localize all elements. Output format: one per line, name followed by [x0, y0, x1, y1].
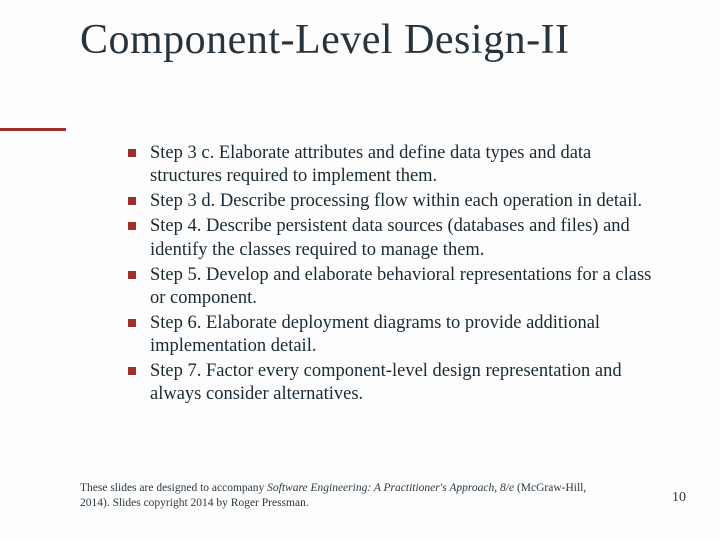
square-bullet-icon: [128, 222, 136, 230]
footer-book-title: Software Engineering: A Practitioner's A…: [267, 482, 514, 494]
list-item: Step 3 c. Elaborate attributes and defin…: [150, 142, 660, 188]
list-item-text: Step 6. Elaborate deployment diagrams to…: [150, 313, 600, 356]
list-item: Step 6. Elaborate deployment diagrams to…: [150, 312, 660, 358]
list-item-text: Step 3 c. Elaborate attributes and defin…: [150, 143, 591, 186]
list-item: Step 3 d. Describe processing flow withi…: [150, 190, 660, 213]
page-number: 10: [672, 490, 686, 506]
list-item: Step 5. Develop and elaborate behavioral…: [150, 264, 660, 310]
slide: Component-Level Design-II Step 3 c. Elab…: [0, 0, 720, 540]
slide-title: Component-Level Design-II: [80, 18, 680, 63]
list-item-text: Step 3 d. Describe processing flow withi…: [150, 191, 642, 211]
footer-attribution: These slides are designed to accompany S…: [80, 481, 600, 510]
square-bullet-icon: [128, 149, 136, 157]
square-bullet-icon: [128, 197, 136, 205]
footer-prefix: These slides are designed to accompany: [80, 482, 267, 494]
accent-rule: [0, 128, 66, 131]
bullet-list: Step 3 c. Elaborate attributes and defin…: [150, 142, 660, 408]
square-bullet-icon: [128, 367, 136, 375]
list-item: Step 4. Describe persistent data sources…: [150, 215, 660, 261]
square-bullet-icon: [128, 271, 136, 279]
list-item: Step 7. Factor every component-level des…: [150, 360, 660, 406]
list-item-text: Step 7. Factor every component-level des…: [150, 361, 622, 404]
square-bullet-icon: [128, 319, 136, 327]
list-item-text: Step 5. Develop and elaborate behavioral…: [150, 265, 651, 308]
list-item-text: Step 4. Describe persistent data sources…: [150, 216, 630, 259]
